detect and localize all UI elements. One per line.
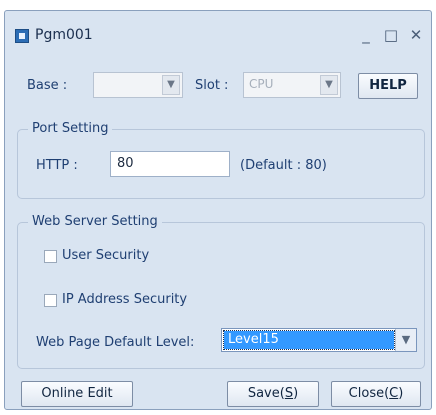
http-default-text: (Default : 80) [240, 158, 327, 173]
slot-label: Slot : [195, 78, 229, 93]
close-mnemonic: C [389, 386, 399, 401]
close-label-prefix: Close( [348, 386, 390, 401]
http-port-input[interactable]: 80 [110, 151, 230, 177]
user-security-checkbox[interactable] [44, 250, 57, 263]
close-label-suffix: ) [398, 386, 404, 401]
web-server-setting-group: Web Server Setting User Security IP Addr… [17, 214, 425, 369]
online-edit-button[interactable]: Online Edit [21, 381, 133, 407]
save-label-suffix: ) [293, 386, 299, 401]
slot-value: CPU [249, 77, 274, 91]
close-window-button[interactable]: ✕ [405, 25, 427, 45]
minimize-button[interactable]: _ [355, 25, 377, 45]
port-setting-group: Port Setting HTTP : 80 (Default : 80) [17, 121, 425, 199]
slot-combo[interactable]: CPU ▼ [243, 72, 341, 98]
close-button[interactable]: Close(C) [331, 381, 421, 407]
title-bar: Pgm001 _ □ ✕ [5, 11, 431, 55]
maximize-button[interactable]: □ [380, 25, 402, 45]
save-button[interactable]: Save(S) [227, 381, 319, 407]
chevron-down-icon[interactable]: ▼ [162, 75, 180, 95]
ip-address-security-checkbox[interactable] [44, 294, 57, 307]
default-level-label: Web Page Default Level: [36, 335, 195, 350]
default-level-value: Level15 [223, 330, 395, 350]
help-button[interactable]: HELP [358, 73, 418, 99]
chevron-down-icon[interactable]: ▼ [320, 75, 338, 95]
save-label-prefix: Save( [247, 386, 285, 401]
window-title: Pgm001 [35, 27, 93, 43]
save-mnemonic: S [284, 386, 294, 401]
chevron-down-icon[interactable]: ▼ [395, 329, 416, 351]
web-server-setting-title: Web Server Setting [28, 214, 162, 229]
dialog-body: Base : ▼ Slot : CPU ▼ HELP Port Setting … [13, 55, 425, 407]
default-level-select[interactable]: Level15 ▼ [221, 328, 417, 352]
base-combo[interactable]: ▼ [93, 72, 183, 98]
user-security-label[interactable]: User Security [62, 248, 149, 263]
http-label: HTTP : [36, 158, 78, 173]
app-icon [15, 29, 29, 43]
dialog-window: Pgm001 _ □ ✕ Base : ▼ Slot : CPU ▼ HELP … [4, 10, 432, 410]
ip-address-security-label[interactable]: IP Address Security [62, 292, 187, 307]
port-setting-title: Port Setting [28, 121, 113, 136]
base-label: Base : [27, 78, 68, 93]
